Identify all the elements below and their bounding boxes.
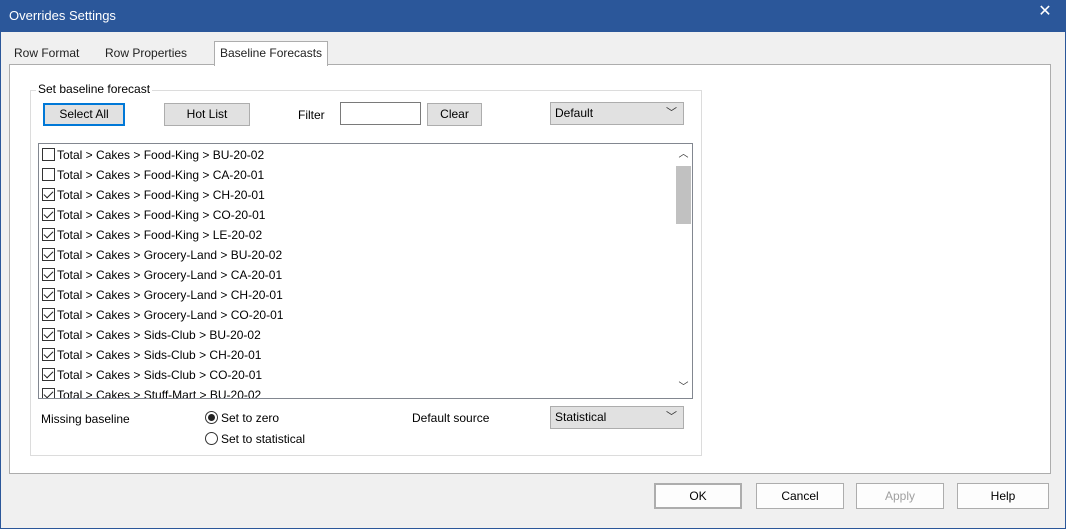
list-item-label: Total > Cakes > Food-King > LE-20-02 [57, 228, 263, 242]
window-title: Overrides Settings [9, 8, 116, 23]
list-item[interactable]: Total > Cakes > Food-King > LE-20-02 [42, 225, 262, 245]
list-item-label: Total > Cakes > Grocery-Land > BU-20-02 [57, 248, 283, 262]
list-item[interactable]: Total > Cakes > Stuff-Mart > BU-20-02 [42, 385, 262, 399]
list-item-checkbox[interactable] [42, 188, 55, 201]
list-item-checkbox[interactable] [42, 248, 55, 261]
default-source-dropdown[interactable]: Statistical ﹀ [550, 406, 684, 429]
list-item-label: Total > Cakes > Grocery-Land > CH-20-01 [57, 288, 283, 302]
chevron-down-icon: ﹀ [666, 107, 677, 119]
list-item-label: Total > Cakes > Grocery-Land > CO-20-01 [57, 308, 284, 322]
list-item-checkbox[interactable] [42, 368, 55, 381]
list-item[interactable]: Total > Cakes > Grocery-Land > BU-20-02 [42, 245, 282, 265]
apply-button[interactable]: Apply [856, 483, 944, 509]
default-source-value: Statistical [555, 410, 607, 424]
select-all-button[interactable]: Select All [43, 103, 125, 126]
filter-label: Filter [298, 108, 325, 122]
list-item-checkbox[interactable] [42, 328, 55, 341]
list-item[interactable]: Total > Cakes > Food-King > CO-20-01 [42, 205, 265, 225]
overrides-settings-dialog: Overrides Settings ✕ Row Format Row Prop… [0, 0, 1066, 529]
list-item[interactable]: Total > Cakes > Food-King > CH-20-01 [42, 185, 265, 205]
ok-button[interactable]: OK [654, 483, 742, 509]
radio-set-to-zero-label: Set to zero [221, 411, 280, 425]
list-item-label: Total > Cakes > Grocery-Land > CA-20-01 [57, 268, 283, 282]
list-item-checkbox[interactable] [42, 308, 55, 321]
list-item[interactable]: Total > Cakes > Grocery-Land > CH-20-01 [42, 285, 283, 305]
set-baseline-forecast-group: Set baseline forecast Select All Hot Lis… [30, 82, 702, 456]
radio-set-to-zero-button[interactable] [205, 411, 218, 424]
list-item-checkbox[interactable] [42, 348, 55, 361]
baseline-forecasts-panel: Set baseline forecast Select All Hot Lis… [9, 64, 1051, 474]
list-item-label: Total > Cakes > Sids-Club > CH-20-01 [57, 348, 262, 362]
list-item-label: Total > Cakes > Food-King > CO-20-01 [57, 208, 266, 222]
radio-set-to-statistical[interactable]: Set to statistical [205, 432, 305, 446]
list-item-label: Total > Cakes > Sids-Club > BU-20-02 [57, 328, 261, 342]
list-item-label: Total > Cakes > Food-King > CA-20-01 [57, 168, 265, 182]
radio-set-to-statistical-label: Set to statistical [221, 432, 306, 446]
list-item[interactable]: Total > Cakes > Sids-Club > CH-20-01 [42, 345, 261, 365]
list-item-checkbox[interactable] [42, 208, 55, 221]
scrollbar-thumb[interactable] [676, 166, 691, 224]
scroll-down-icon[interactable]: ﹀ [675, 379, 692, 396]
scroll-up-icon[interactable]: ︿ [675, 146, 692, 163]
list-item-checkbox[interactable] [42, 388, 55, 398]
chevron-down-icon: ﹀ [666, 411, 677, 423]
list-item-label: Total > Cakes > Food-King > CH-20-01 [57, 188, 265, 202]
list-item-checkbox[interactable] [42, 168, 55, 181]
missing-baseline-label: Missing baseline [41, 412, 130, 426]
forecast-series-list[interactable]: Total > Cakes > Food-King > BU-20-02 Tota… [38, 143, 693, 399]
list-item[interactable]: Total > Cakes > Sids-Club > BU-20-02 [42, 325, 261, 345]
radio-set-to-statistical-button[interactable] [205, 432, 218, 445]
radio-set-to-zero[interactable]: Set to zero [205, 411, 279, 425]
default-source-label: Default source [412, 411, 490, 425]
list-item-checkbox[interactable] [42, 288, 55, 301]
close-icon[interactable]: ✕ [1025, 1, 1065, 27]
filter-input[interactable] [340, 102, 421, 125]
hotlist-mode-value: Default [555, 106, 594, 120]
list-item-checkbox[interactable] [42, 268, 55, 281]
list-item[interactable]: Total > Cakes > Food-King > BU-20-02 [42, 145, 264, 165]
help-button[interactable]: Help [957, 483, 1049, 509]
group-legend: Set baseline forecast [36, 82, 153, 96]
list-item[interactable]: Total > Cakes > Grocery-Land > CA-20-01 [42, 265, 282, 285]
tab-row-properties[interactable]: Row Properties [100, 45, 192, 65]
hot-list-button[interactable]: Hot List [164, 103, 250, 126]
cancel-button[interactable]: Cancel [756, 483, 844, 509]
list-item-label: Total > Cakes > Stuff-Mart > BU-20-02 [57, 388, 262, 399]
list-item[interactable]: Total > Cakes > Sids-Club > CO-20-01 [42, 365, 262, 385]
list-item-label: Total > Cakes > Sids-Club > CO-20-01 [57, 368, 263, 382]
list-item-checkbox[interactable] [42, 148, 55, 161]
list-item[interactable]: Total > Cakes > Grocery-Land > CO-20-01 [42, 305, 283, 325]
tab-baseline-forecasts[interactable]: Baseline Forecasts [214, 41, 329, 66]
clear-button[interactable]: Clear [427, 103, 482, 126]
hotlist-mode-dropdown[interactable]: Default ﹀ [550, 102, 684, 125]
vertical-scrollbar[interactable]: ︿ ﹀ [675, 144, 692, 398]
list-item[interactable]: Total > Cakes > Food-King > CA-20-01 [42, 165, 264, 185]
title-bar[interactable]: Overrides Settings ✕ [1, 1, 1065, 32]
tab-row-format[interactable]: Row Format [9, 45, 84, 65]
list-item-label: Total > Cakes > Food-King > BU-20-02 [57, 148, 265, 162]
list-item-checkbox[interactable] [42, 228, 55, 241]
